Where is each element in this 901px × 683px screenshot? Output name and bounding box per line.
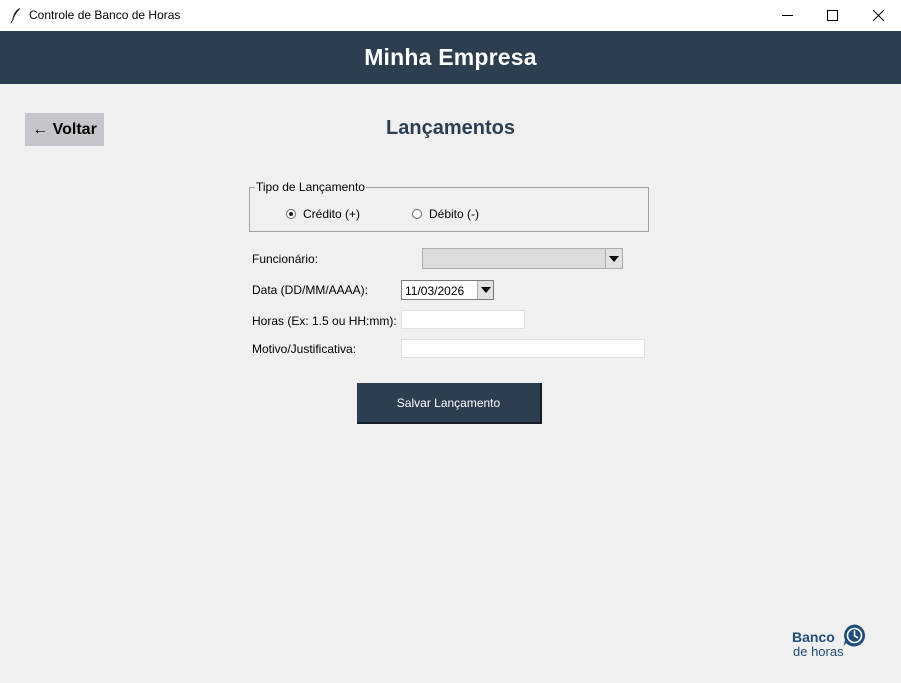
dropdown-arrow-icon[interactable] [605, 249, 622, 268]
date-entry[interactable]: 11/03/2026 [401, 280, 494, 300]
date-value: 11/03/2026 [405, 284, 465, 298]
debit-radio[interactable]: Débito (-) [412, 207, 479, 221]
hours-label: Horas (Ex: 1.5 ou HH:mm): [252, 314, 397, 328]
credit-radio[interactable]: Crédito (+) [286, 207, 360, 221]
radio-unchecked-icon [412, 209, 422, 219]
logo-banco-text: Banco [792, 629, 835, 645]
minimize-icon [781, 15, 793, 16]
save-entry-button[interactable]: Salvar Lançamento [357, 383, 542, 424]
company-name: Minha Empresa [364, 44, 537, 70]
employee-label: Funcionário: [252, 252, 319, 266]
feather-icon [10, 7, 22, 24]
debit-radio-label: Débito (-) [429, 207, 480, 221]
app-header: Minha Empresa [0, 31, 901, 84]
logo-de-horas-text: de horas [793, 644, 844, 659]
date-label: Data (DD/MM/AAAA): [252, 283, 369, 297]
employee-combobox[interactable] [422, 248, 623, 269]
reason-input[interactable] [401, 339, 645, 358]
entry-type-group: Tipo de Lançamento Crédito (+) Débito (-… [249, 180, 649, 232]
hours-input[interactable] [401, 310, 525, 329]
calendar-dropdown-icon[interactable] [477, 281, 493, 299]
banco-de-horas-logo: Banco de horas [791, 622, 869, 660]
close-icon [872, 10, 884, 21]
close-button[interactable] [855, 0, 901, 31]
maximize-button[interactable] [809, 0, 855, 31]
page-title: Lançamentos [386, 117, 515, 139]
maximize-icon [826, 10, 838, 21]
radio-checked-icon [286, 209, 296, 219]
window-title: Controle de Banco de Horas [29, 8, 181, 22]
clock-chat-icon [843, 624, 866, 647]
window-titlebar: Controle de Banco de Horas [0, 0, 901, 32]
credit-radio-label: Crédito (+) [303, 207, 361, 221]
reason-label: Motivo/Justificativa: [252, 342, 357, 356]
entry-type-legend: Tipo de Lançamento [255, 180, 366, 194]
minimize-button[interactable] [764, 0, 810, 31]
